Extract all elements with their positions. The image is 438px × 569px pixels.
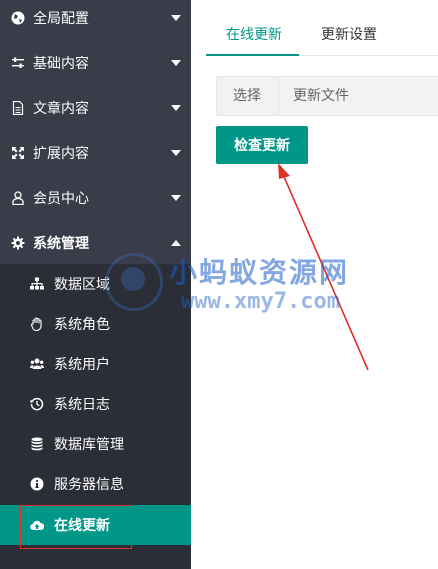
sidebar-subitem-label: 系统用户 [54,357,110,373]
sidebar-item-label: 全局配置 [33,10,89,27]
caret-down-icon [171,59,181,66]
column-header-select: 选择 [233,88,261,104]
sidebar-subitem-label: 系统日志 [54,397,110,413]
file-icon [12,100,24,115]
update-table-header: 选择 更新文件 [216,76,438,116]
gear-icon [11,236,25,249]
system-management-submenu: 数据区域 系统角色 系统用户 系统日志 数据库管理 服务器信息 在线更新 [0,264,191,569]
history-icon [30,397,44,411]
sidebar-item-label: 系统管理 [33,235,89,252]
sidebar-item-article-content[interactable]: 文章内容 [0,85,191,130]
sidebar-item-global-config[interactable]: 全局配置 [0,0,191,40]
app-root: 全局配置 基础内容 文章内容 扩展内容 会员中心 系统管理 数据区域 系统角色 … [0,0,438,569]
sidebar-subitem-system-users[interactable]: 系统用户 [0,344,191,384]
tab-online-update[interactable]: 在线更新 [226,14,282,56]
column-divider [278,77,279,115]
sidebar-subitem-data-region[interactable]: 数据区域 [0,264,191,304]
sidebar-item-basic-content[interactable]: 基础内容 [0,40,191,85]
sidebar-item-label: 扩展内容 [33,145,89,162]
sidebar-subitem-label: 数据库管理 [54,437,124,453]
sidebar-subitem-system-roles[interactable]: 系统角色 [0,304,191,344]
user-icon [12,190,24,205]
sidebar-subitem-label: 服务器信息 [54,477,124,493]
sidebar-item-label: 文章内容 [33,100,89,117]
globe-icon [11,11,25,24]
hand-icon [30,317,42,331]
sliders-icon [12,57,24,68]
caret-down-icon [171,104,181,111]
sidebar-subitem-label: 系统角色 [54,317,110,333]
caret-up-icon [171,239,181,246]
caret-down-icon [171,194,181,201]
sidebar-item-member-center[interactable]: 会员中心 [0,175,191,220]
column-header-update-file: 更新文件 [293,88,349,104]
sidebar-item-label: 基础内容 [33,55,89,72]
sitemap-icon [30,277,44,290]
sidebar-subitem-label: 数据区域 [54,277,110,293]
annotation-arrow [278,163,369,371]
expand-icon [12,146,24,159]
tab-bar: 在线更新 更新设置 [206,14,438,56]
sidebar-item-label: 会员中心 [33,190,89,207]
active-tab-indicator [206,54,299,56]
caret-down-icon [171,149,181,156]
cloud-upload-icon [30,520,44,531]
info-icon [30,477,44,491]
tab-update-settings[interactable]: 更新设置 [321,14,377,56]
sidebar: 全局配置 基础内容 文章内容 扩展内容 会员中心 系统管理 数据区域 系统角色 … [0,0,191,569]
sidebar-item-extended-content[interactable]: 扩展内容 [0,130,191,175]
database-icon [31,437,43,451]
users-icon [30,358,44,369]
sidebar-subitem-label: 在线更新 [54,518,110,534]
caret-down-icon [171,14,181,21]
sidebar-subitem-system-logs[interactable]: 系统日志 [0,384,191,424]
sidebar-item-system-management[interactable]: 系统管理 [0,220,191,265]
sidebar-subitem-server-info[interactable]: 服务器信息 [0,464,191,504]
check-update-button[interactable]: 检查更新 [216,126,308,164]
sidebar-subitem-database-management[interactable]: 数据库管理 [0,424,191,464]
sidebar-subitem-online-update[interactable]: 在线更新 [0,505,191,545]
